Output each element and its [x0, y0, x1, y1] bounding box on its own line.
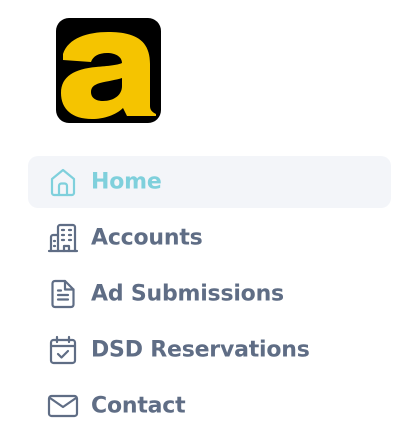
- brand-a-logo-icon: [61, 32, 156, 119]
- sidebar-item-ad-submissions[interactable]: Ad Submissions: [28, 268, 391, 320]
- mail-icon: [47, 390, 79, 422]
- calendar-check-icon: [47, 334, 79, 366]
- sidebar-item-label: Home: [91, 169, 162, 195]
- sidebar-nav: Home Accounts Ad Submissions DSD Reserva…: [28, 156, 391, 436]
- sidebar-item-label: DSD Reservations: [91, 337, 310, 363]
- sidebar-item-label: Ad Submissions: [91, 281, 284, 307]
- document-icon: [47, 278, 79, 310]
- brand-logo[interactable]: [56, 18, 161, 123]
- sidebar-item-contact[interactable]: Contact: [28, 380, 391, 432]
- sidebar-item-dsd-reservations[interactable]: DSD Reservations: [28, 324, 391, 376]
- sidebar-item-label: Contact: [91, 393, 186, 419]
- sidebar-item-label: Accounts: [91, 225, 203, 251]
- sidebar-item-accounts[interactable]: Accounts: [28, 212, 391, 264]
- home-icon: [47, 166, 79, 198]
- sidebar-item-home[interactable]: Home: [28, 156, 391, 208]
- sidebar: Home Accounts Ad Submissions DSD Reserva…: [0, 0, 416, 447]
- building-icon: [47, 222, 79, 254]
